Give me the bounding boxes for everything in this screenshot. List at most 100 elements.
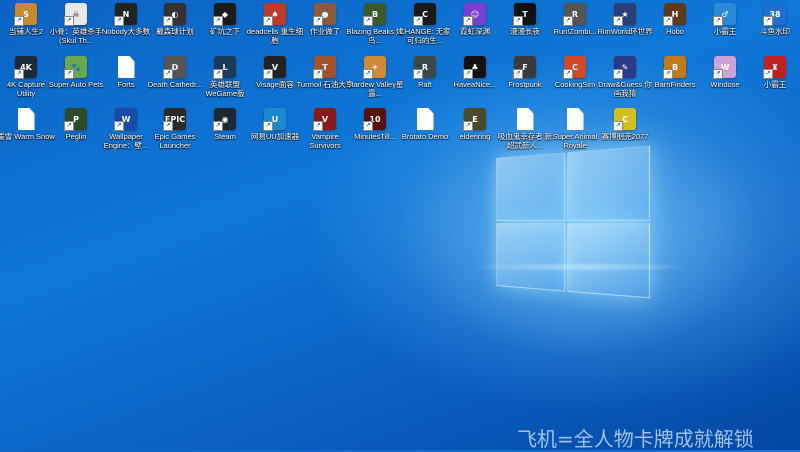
desktop-icon[interactable]: W ↗ Wallpaper Engine：壁... [101, 108, 151, 156]
app-icon: T ↗ [513, 3, 536, 26]
desktop-icon[interactable]: T ↗ Turmoil 石油大亨 [297, 56, 353, 104]
desktop-icon[interactable]: ♣ ↗ HaveaNice... [450, 56, 500, 104]
desktop-icon[interactable]: 吸血鬼幸存者 新超武新人... [498, 108, 552, 156]
app-icon: ☺ ↗ [463, 3, 486, 26]
desktop-icon[interactable]: C ↗ 赛博朋克2077 [600, 108, 650, 156]
windows-logo [496, 145, 651, 299]
desktop-icon[interactable]: L ↗ 英雄联盟WeGame版 [200, 56, 250, 104]
app-icon: W ↗ [114, 108, 137, 131]
logo-glow [470, 262, 690, 272]
desktop-icon[interactable]: 38 ↗ 斗鱼水印 [750, 3, 800, 51]
desktop-icon-label: 赛博朋克2077 [601, 132, 649, 141]
desktop-icon[interactable]: W ↗ Windose [700, 56, 750, 104]
desktop-icon[interactable]: H ↗ Hobo [650, 3, 700, 51]
app-icon: EPIC ↗ [163, 108, 186, 131]
desktop-icon[interactable]: C ↗ CHANGE: 无家可归的生... [399, 3, 451, 51]
shortcut-arrow-icon: ↗ [64, 121, 74, 131]
app-icon: B ↗ [363, 3, 386, 26]
shortcut-arrow-icon: ↗ [64, 69, 74, 79]
app-icon: ☠ ↗ [64, 3, 87, 26]
shortcut-arrow-icon: ↗ [313, 16, 323, 26]
app-icon: C ↗ [613, 108, 636, 131]
app-icon [516, 108, 534, 130]
desktop-icon[interactable]: ☺ ↗ 霓虹深渊 [450, 3, 500, 51]
shortcut-arrow-icon: ↗ [163, 16, 173, 26]
app-icon: ✦ ↗ [363, 56, 386, 79]
desktop-icon[interactable]: 暖雪 Warm Snow [0, 108, 55, 156]
desktop-icon[interactable]: T ↗ 漫漫长夜 [500, 3, 550, 51]
app-icon: R ↗ [563, 3, 586, 26]
desktop-icon[interactable]: ✦ ↗ Stardew Valley星露... [347, 56, 403, 104]
desktop-icon[interactable]: N ↗ Nobody大多数 [101, 3, 151, 51]
desktop-icon[interactable]: V ↗ Vampire Survivors [300, 108, 350, 156]
app-icon: E ↗ [463, 108, 486, 131]
shortcut-arrow-icon: ↗ [163, 69, 173, 79]
shortcut-arrow-icon: ↗ [713, 16, 723, 26]
desktop-icon[interactable]: E ↗ eldenring [450, 108, 500, 156]
desktop-icon[interactable]: ♂ ↗ 小霸王 [700, 3, 750, 51]
shortcut-arrow-icon: ↗ [713, 69, 723, 79]
shortcut-arrow-icon: ↗ [363, 121, 373, 131]
desktop-icon[interactable]: ♠ ↗ deadcells 重生细胞 [247, 3, 303, 51]
desktop-icon[interactable]: Brotato Demo [400, 108, 450, 156]
desktop-icon[interactable]: U ↗ 网易UU加速器 [250, 108, 300, 156]
desktop-icon[interactable]: B ↗ BarnFinders [650, 56, 700, 104]
desktop-icon[interactable]: ● ↗ 作业做了 [300, 3, 350, 51]
shortcut-arrow-icon: ↗ [613, 69, 623, 79]
shortcut-arrow-icon: ↗ [114, 121, 124, 131]
desktop-icon[interactable]: ◆ ↗ 矿坑之下 [200, 3, 250, 51]
app-icon [416, 108, 434, 130]
app-icon: P ↗ [64, 108, 87, 131]
shortcut-arrow-icon: ↗ [363, 69, 373, 79]
app-icon: F ↗ [513, 56, 536, 79]
shortcut-arrow-icon: ↗ [613, 16, 623, 26]
shortcut-arrow-icon: ↗ [64, 16, 74, 26]
app-icon: ◆ ↗ [213, 3, 236, 26]
desktop-icon[interactable]: S ↗ 当铺人生2 [1, 3, 51, 51]
app-icon: ◐ ↗ [163, 3, 186, 26]
desktop-icon[interactable]: ☠ ↗ 小骨：英雄杀手(Skul Th... [50, 3, 102, 51]
desktop-icon[interactable]: P ↗ Peglin [51, 108, 101, 156]
shortcut-arrow-icon: ↗ [563, 16, 573, 26]
app-icon: S ↗ [14, 3, 37, 26]
desktop-icon[interactable]: ♜ ↗ 小霸王 [750, 56, 800, 104]
shortcut-arrow-icon: ↗ [563, 69, 573, 79]
shortcut-arrow-icon: ↗ [513, 16, 523, 26]
desktop-icon[interactable]: ◉ ↗ Steam [200, 108, 250, 156]
desktop-icon[interactable]: B ↗ Blazing Beaks 烽鸟... [346, 3, 404, 51]
desktop-icon[interactable]: F ↗ Frostpunk [500, 56, 550, 104]
shortcut-arrow-icon: ↗ [14, 16, 24, 26]
desktop-icon[interactable]: R ↗ Run!Zombi... [550, 3, 600, 51]
desktop-icon[interactable]: C ↗ CookingSim [550, 56, 600, 104]
desktop-icon[interactable]: Forts [101, 56, 151, 104]
desktop-icon[interactable]: Super Animal Royale [550, 108, 600, 156]
app-icon: ♠ ↗ [263, 3, 286, 26]
desktop-icon-label: 小霸王 [763, 80, 787, 89]
desktop-icon[interactable]: ★ ↗ RimWorld环世界 [597, 3, 653, 51]
desktop-icon[interactable]: 4K ↗ 4K Capture Utility [1, 56, 51, 104]
desktop[interactable]: S ↗ 当铺人生2 ☠ ↗ 小骨：英雄杀手(Skul Th... N ↗ Nobody大多数 ◐ ↗… [0, 0, 800, 451]
app-icon: V ↗ [313, 108, 336, 131]
desktop-icon[interactable]: 🐾 ↗ Super Auto Pets [49, 56, 103, 104]
app-icon: 38 ↗ [763, 3, 786, 26]
shortcut-arrow-icon: ↗ [513, 69, 523, 79]
app-icon: ♣ ↗ [463, 56, 486, 79]
app-icon: L ↗ [213, 56, 236, 79]
desktop-icon[interactable]: ✎ ↗ Draw&Guess 你画我猜 [598, 56, 652, 104]
app-icon: H ↗ [663, 3, 686, 26]
app-icon: ♂ ↗ [713, 3, 736, 26]
desktop-icon[interactable]: ◐ ↗ 戴森球计划 [150, 3, 200, 51]
shortcut-arrow-icon: ↗ [463, 121, 473, 131]
shortcut-arrow-icon: ↗ [363, 16, 373, 26]
desktop-icon[interactable]: D ↗ Death Cathedr... [148, 56, 202, 104]
app-icon: V ↗ [263, 56, 286, 79]
desktop-icon[interactable]: R ↗ Raft [400, 56, 450, 104]
app-icon: B ↗ [663, 56, 686, 79]
shortcut-arrow-icon: ↗ [413, 69, 423, 79]
desktop-icon[interactable]: EPIC ↗ Epic Games Launcher [150, 108, 200, 156]
shortcut-arrow-icon: ↗ [114, 16, 124, 26]
desktop-icon[interactable]: 10 ↗ MinutesTill... [350, 108, 400, 156]
shortcut-arrow-icon: ↗ [463, 69, 473, 79]
desktop-icon[interactable]: V ↗ Visage面容 [250, 56, 300, 104]
shortcut-arrow-icon: ↗ [263, 16, 273, 26]
